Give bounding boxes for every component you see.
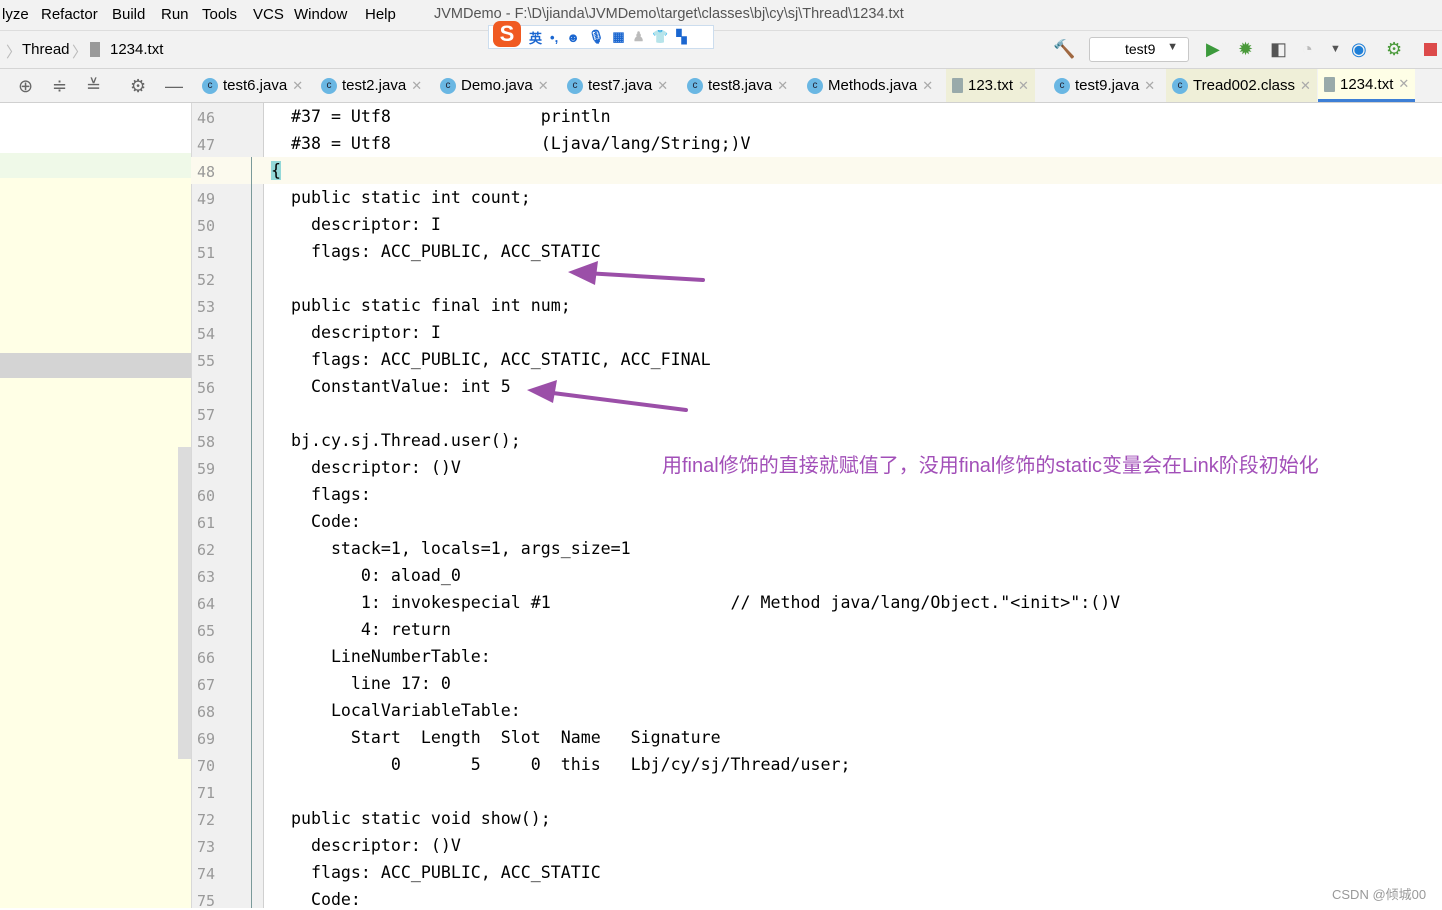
sogou-logo-icon: S [493,21,521,47]
arrow-count [583,271,705,282]
mic-icon[interactable]: 🎙 [588,29,605,45]
emoji-icon[interactable]: ☻ [566,30,580,45]
arrow-num [543,390,688,412]
arrowhead [568,261,598,285]
ime-lang[interactable]: 英 [529,28,542,47]
user-icon[interactable]: ♟ [633,29,645,45]
skin-icon[interactable]: 👕 [652,29,668,45]
annotation-text: 用final修饰的直接就赋值了，没用final修饰的static变量会在Link… [662,455,1319,477]
ime-toolbar[interactable]: S 英 •, ☻ 🎙 ▦ ♟ 👕 ▚ [488,21,714,49]
ime-punct[interactable]: •, [550,30,558,45]
watermark: CSDN @倾城00 [1332,887,1427,902]
apps-icon[interactable]: ▚ [677,29,687,45]
arrowhead [527,380,557,403]
keyboard-icon[interactable]: ▦ [612,29,624,45]
